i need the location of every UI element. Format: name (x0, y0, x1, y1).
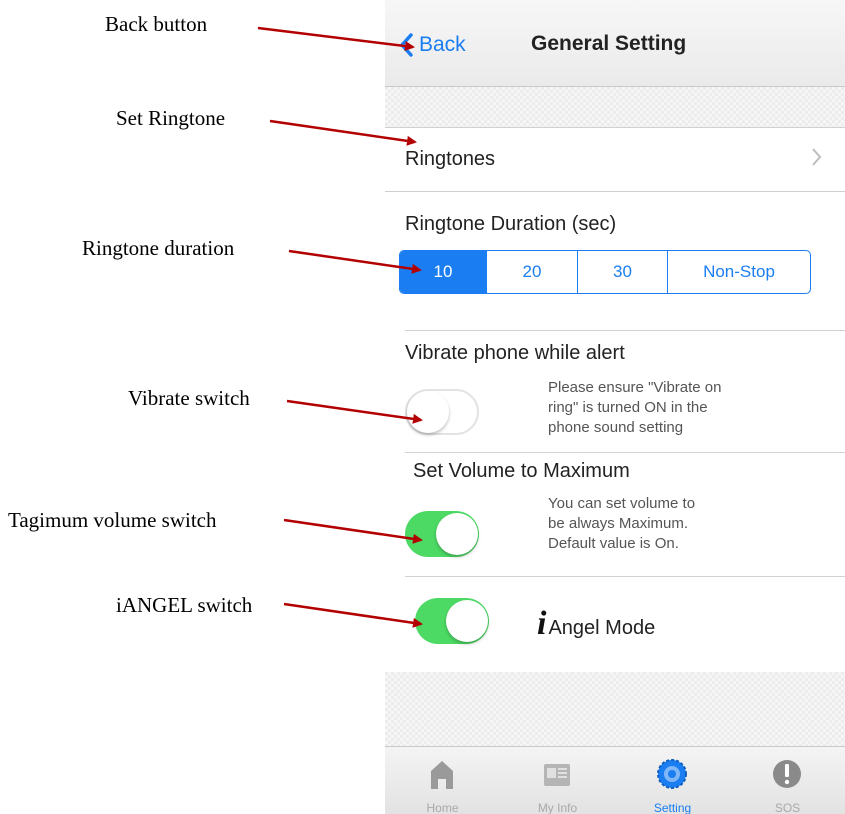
arrow-maximum-volume-switch (283, 518, 423, 544)
arrow-iangel-switch (283, 602, 423, 628)
annotation-arrows (257, 26, 423, 628)
arrow-set-ringtone (269, 119, 417, 146)
arrow-vibrate-switch (286, 399, 423, 424)
arrow-ringtone-duration (288, 249, 422, 274)
arrow-back-button (257, 26, 415, 51)
